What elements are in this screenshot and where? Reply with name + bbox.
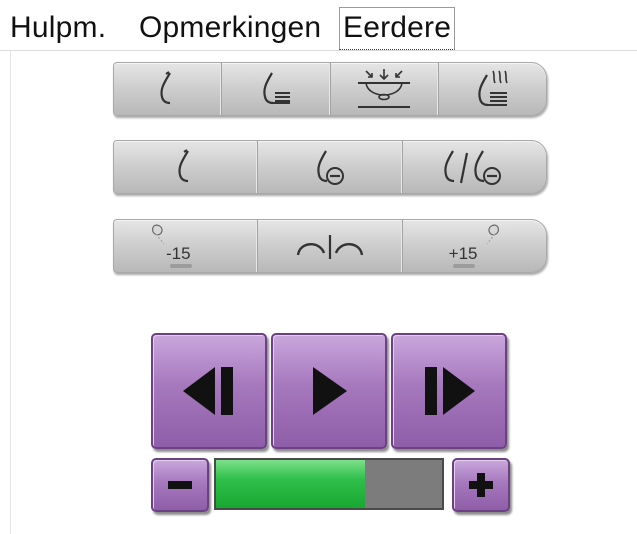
tab-bar: Hulpm. Opmerkingen Eerdere: [0, 0, 637, 52]
breast-lines-button[interactable]: [222, 63, 331, 115]
compression-button[interactable]: [331, 63, 439, 115]
toolbar-row-3: -15 +15: [113, 219, 547, 273]
panel-border: [10, 50, 11, 534]
step-forward-button[interactable]: [391, 333, 507, 449]
breast-split-button[interactable]: [403, 141, 546, 193]
play-button[interactable]: [271, 333, 387, 449]
step-forward-icon: [425, 367, 475, 415]
breast-minus-icon: [317, 150, 344, 185]
toolbar-row-2: [113, 140, 547, 194]
tilt-plus-label: +15: [448, 244, 478, 263]
minus-icon: [168, 481, 192, 489]
view-breast-button-2[interactable]: [114, 141, 259, 193]
flip-icon: [296, 235, 364, 259]
breast-heat-button[interactable]: [439, 63, 546, 115]
breast-heat-icon: [478, 70, 509, 107]
tilt-minus-label: -15: [166, 244, 191, 263]
compression-icon: [358, 69, 411, 108]
step-back-button[interactable]: [151, 333, 267, 449]
breast-view-icon: [160, 71, 171, 105]
plus-icon: [469, 473, 493, 497]
speed-slider[interactable]: [214, 458, 444, 510]
speed-slider-fill: [216, 460, 366, 508]
view-breast-button[interactable]: [114, 63, 223, 115]
breast-view-icon: [178, 149, 189, 183]
tilt-plus-button[interactable]: +15: [403, 220, 546, 272]
tab-opmerkingen[interactable]: Opmerkingen: [139, 8, 321, 48]
tilt-minus-button[interactable]: -15: [114, 220, 259, 272]
breast-lines-icon: [263, 72, 290, 105]
tab-eerdere[interactable]: Eerdere: [339, 7, 456, 50]
tab-divider: [0, 50, 637, 51]
breast-minus-button[interactable]: [258, 141, 403, 193]
tab-hulpm[interactable]: Hulpm.: [10, 8, 106, 48]
flip-button[interactable]: [258, 220, 403, 272]
step-back-icon: [183, 367, 233, 415]
toolbar-row-1: [113, 62, 547, 116]
speed-decrease-button[interactable]: [151, 458, 209, 512]
speed-increase-button[interactable]: [452, 458, 510, 512]
play-icon: [313, 367, 347, 415]
tilt-minus-underline: [170, 264, 192, 268]
breast-split-icon: [444, 150, 502, 185]
tilt-right-icon: [486, 224, 499, 245]
tilt-plus-underline: [452, 264, 475, 268]
